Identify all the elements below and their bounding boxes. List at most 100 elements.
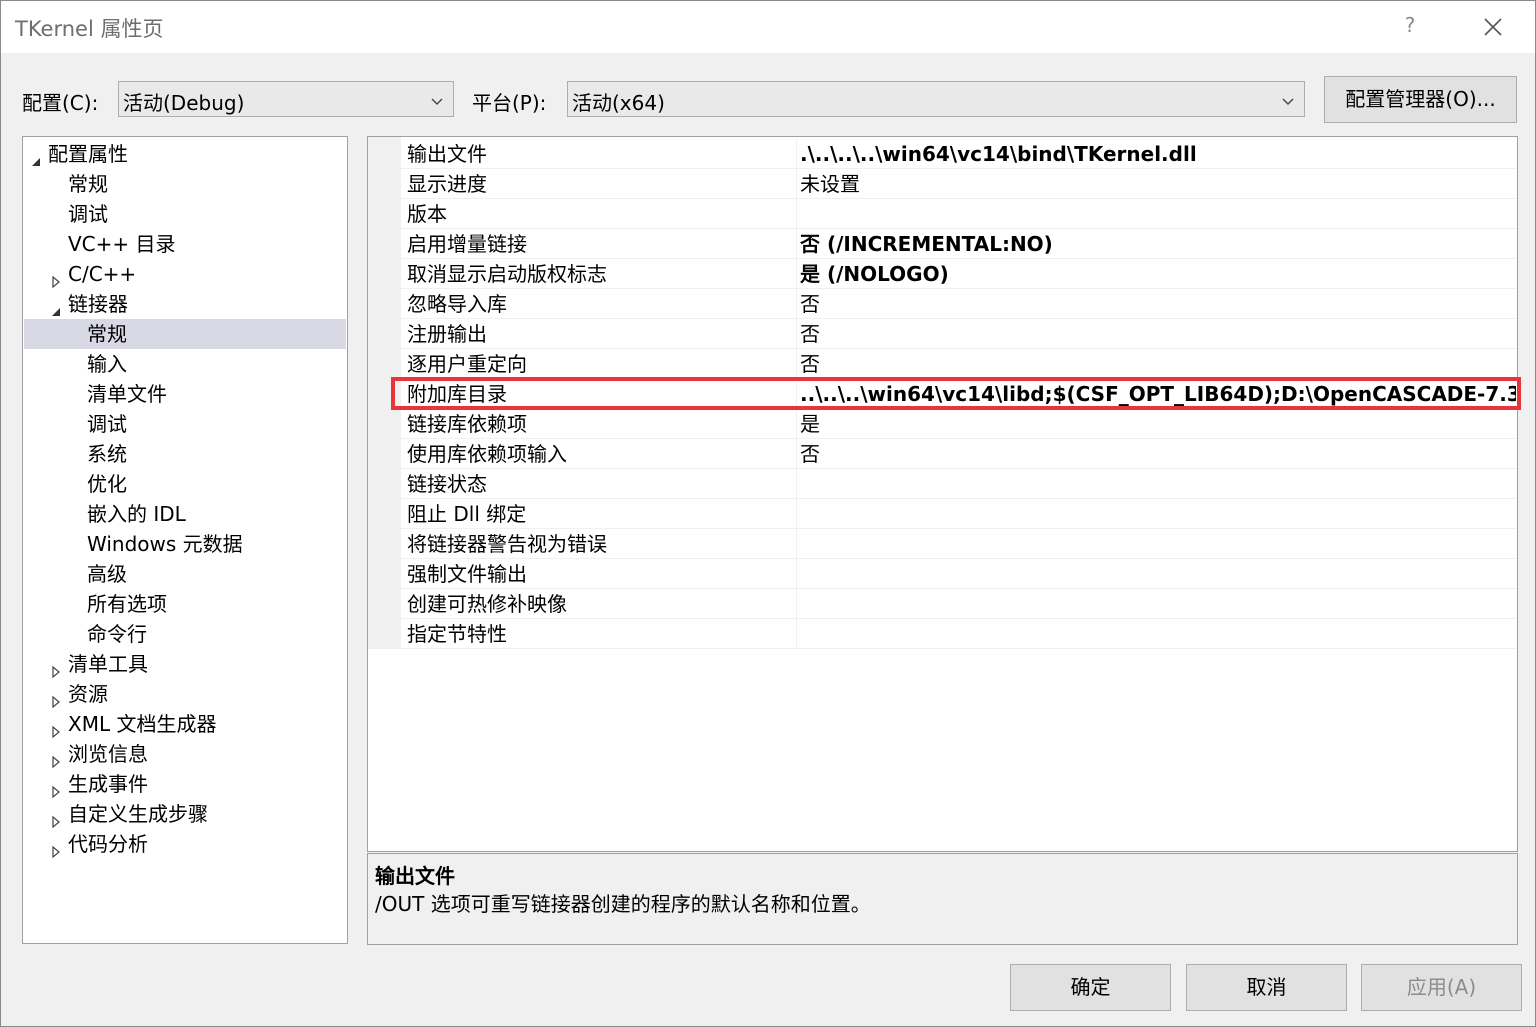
tree-item-label: 调试 — [87, 412, 127, 436]
collapsed-arrow-icon[interactable] — [50, 807, 62, 829]
tree-item-label: 系统 — [87, 442, 127, 466]
tree-item[interactable]: Windows 元数据 — [24, 529, 346, 559]
column-divider — [796, 139, 797, 169]
platform-select[interactable]: 活动(x64) — [567, 81, 1305, 117]
column-divider — [796, 229, 797, 259]
collapsed-arrow-icon[interactable] — [50, 267, 62, 289]
grid-row[interactable]: 忽略导入库 否 — [368, 289, 1517, 319]
column-divider — [796, 469, 797, 499]
property-value[interactable]: 否 — [800, 439, 1516, 469]
property-name: 使用库依赖项输入 — [407, 442, 567, 466]
tree-item[interactable]: 常规 — [24, 319, 346, 349]
collapsed-arrow-icon[interactable] — [50, 747, 62, 769]
property-value[interactable]: 未设置 — [800, 169, 1516, 199]
tree-item[interactable]: 系统 — [24, 439, 346, 469]
grid-row[interactable]: 强制文件输出 — [368, 559, 1517, 589]
grid-row[interactable]: 显示进度 未设置 — [368, 169, 1517, 199]
config-manager-button[interactable]: 配置管理器(O)... — [1324, 76, 1517, 123]
config-select[interactable]: 活动(Debug) — [118, 81, 454, 117]
grid-row[interactable]: 使用库依赖项输入 否 — [368, 439, 1517, 469]
property-name: 输出文件 — [407, 142, 487, 166]
property-value[interactable]: .\..\..\..\win64\vc14\bind\TKernel.dll — [800, 139, 1516, 169]
property-name: 逐用户重定向 — [407, 352, 527, 376]
tree-item[interactable]: 资源 — [24, 679, 346, 709]
collapsed-arrow-icon[interactable] — [50, 657, 62, 679]
grid-row[interactable]: 启用增量链接 否 (/INCREMENTAL:NO) — [368, 229, 1517, 259]
tree-item-label: 调试 — [68, 202, 108, 226]
tree-item-label: 资源 — [68, 682, 108, 706]
close-icon[interactable] — [1479, 13, 1507, 41]
tree-item[interactable]: VC++ 目录 — [24, 229, 346, 259]
tree-item[interactable]: 嵌入的 IDL — [24, 499, 346, 529]
grid-row[interactable]: 版本 — [368, 199, 1517, 229]
grid-row[interactable]: 链接状态 — [368, 469, 1517, 499]
column-divider — [796, 259, 797, 289]
tree-item[interactable]: 命令行 — [24, 619, 346, 649]
grid-row[interactable]: 指定节特性 — [368, 619, 1517, 649]
property-tree[interactable]: 配置属性 常规 调试 VC++ 目录 C/C++ 链接器 常规 输入 清单文件 调试 系统 优化 嵌入的… — [22, 136, 348, 944]
column-divider — [796, 349, 797, 379]
property-name: 取消显示启动版权标志 — [407, 262, 607, 286]
apply-button[interactable]: 应用(A) — [1361, 964, 1522, 1011]
chevron-down-icon — [429, 90, 445, 106]
grid-row[interactable]: 输出文件 .\..\..\..\win64\vc14\bind\TKernel.d… — [368, 139, 1517, 169]
grid-row[interactable]: 链接库依赖项 是 — [368, 409, 1517, 439]
tree-item[interactable]: 输入 — [24, 349, 346, 379]
grid-row[interactable]: 取消显示启动版权标志 是 (/NOLOGO) — [368, 259, 1517, 289]
property-value[interactable]: 否 — [800, 289, 1516, 319]
property-name: 强制文件输出 — [407, 562, 527, 586]
collapsed-arrow-icon[interactable] — [50, 717, 62, 739]
expanded-arrow-icon[interactable] — [50, 297, 62, 316]
property-value[interactable]: 否 (/INCREMENTAL:NO) — [800, 229, 1516, 259]
grid-row[interactable]: 逐用户重定向 否 — [368, 349, 1517, 379]
collapsed-arrow-icon[interactable] — [50, 777, 62, 799]
tree-item[interactable]: 配置属性 — [24, 139, 346, 169]
tree-item[interactable]: 所有选项 — [24, 589, 346, 619]
tree-item[interactable]: 高级 — [24, 559, 346, 589]
tree-item[interactable]: 清单工具 — [24, 649, 346, 679]
tree-item[interactable]: 链接器 — [24, 289, 346, 319]
tree-item-label: 清单工具 — [68, 652, 148, 676]
tree-item[interactable]: 生成事件 — [24, 769, 346, 799]
property-value[interactable]: 否 — [800, 349, 1516, 379]
column-divider — [796, 499, 797, 529]
tree-item[interactable]: 调试 — [24, 199, 346, 229]
config-label: 配置(C): — [22, 91, 99, 115]
platform-label: 平台(P): — [472, 91, 547, 115]
tree-item[interactable]: 优化 — [24, 469, 346, 499]
property-name: 链接库依赖项 — [407, 412, 527, 436]
tree-item[interactable]: XML 文档生成器 — [24, 709, 346, 739]
property-value[interactable]: 是 — [800, 409, 1516, 439]
ok-button[interactable]: 确定 — [1010, 964, 1171, 1011]
tree-item[interactable]: 自定义生成步骤 — [24, 799, 346, 829]
column-divider — [796, 319, 797, 349]
expanded-arrow-icon[interactable] — [30, 147, 42, 166]
cancel-button[interactable]: 取消 — [1186, 964, 1347, 1011]
grid-row[interactable]: 将链接器警告视为错误 — [368, 529, 1517, 559]
help-button[interactable]: ? — [1399, 13, 1421, 37]
property-grid[interactable]: 输出文件 .\..\..\..\win64\vc14\bind\TKernel.d… — [367, 136, 1518, 852]
tree-item[interactable]: C/C++ — [24, 259, 346, 289]
collapsed-arrow-icon[interactable] — [50, 837, 62, 859]
property-name: 注册输出 — [407, 322, 487, 346]
description-text: /OUT 选项可重写链接器创建的程序的默认名称和位置。 — [375, 892, 871, 916]
tree-item[interactable]: 代码分析 — [24, 829, 346, 859]
property-pages-dialog: TKernel 属性页 ? 配置(C): 活动(Debug) 平台(P): 活动… — [0, 0, 1536, 1027]
grid-row[interactable]: 创建可热修补映像 — [368, 589, 1517, 619]
tree-item[interactable]: 调试 — [24, 409, 346, 439]
tree-item[interactable]: 浏览信息 — [24, 739, 346, 769]
tree-item-label: 常规 — [68, 172, 108, 196]
chevron-down-icon — [1280, 90, 1296, 106]
grid-row[interactable]: 阻止 Dll 绑定 — [368, 499, 1517, 529]
collapsed-arrow-icon[interactable] — [50, 687, 62, 709]
tree-item[interactable]: 清单文件 — [24, 379, 346, 409]
property-value[interactable]: 否 — [800, 319, 1516, 349]
tree-item-label: 命令行 — [87, 622, 147, 646]
tree-item-label: 嵌入的 IDL — [87, 502, 186, 526]
grid-row[interactable]: 注册输出 否 — [368, 319, 1517, 349]
column-divider — [796, 529, 797, 559]
column-divider — [796, 559, 797, 589]
property-value[interactable]: 是 (/NOLOGO) — [800, 259, 1516, 289]
tree-item[interactable]: 常规 — [24, 169, 346, 199]
tree-item-label: VC++ 目录 — [68, 232, 176, 256]
